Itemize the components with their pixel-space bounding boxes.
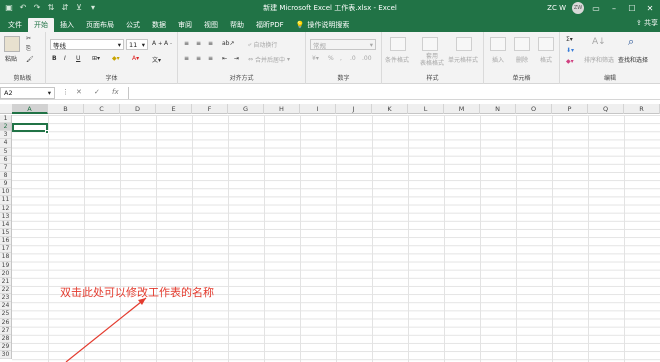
- arrow-line: [65, 297, 147, 362]
- annotation-arrow: [65, 297, 147, 362]
